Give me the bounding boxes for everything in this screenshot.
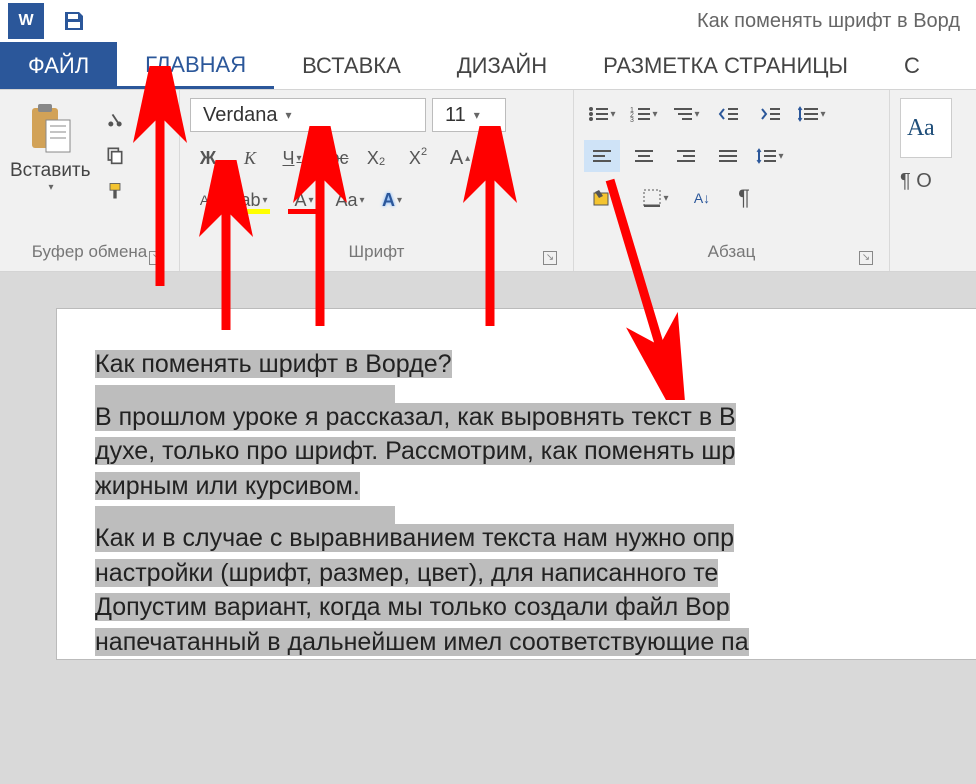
group-styles: Аа ¶ О [890,90,976,271]
highlight-button[interactable]: ab▾ [232,184,276,216]
page: Как поменять шрифт в Ворде? В прошлом ур… [56,308,976,660]
group-label-clipboard: Буфер обмена ↘ [10,239,169,271]
font-size-combo[interactable]: 11 ▾ [432,98,506,132]
group-clipboard: Вставить ▾ Буфер обмена ↘ [0,90,180,271]
tab-more[interactable]: С [876,42,948,89]
numbering-button[interactable]: 123▾ [626,98,662,130]
font-name-value: Verdana [203,104,278,127]
line-spacing-button[interactable]: ▾ [794,98,830,130]
dialog-launcher-icon[interactable]: ↘ [543,251,557,265]
text-line: духе, только про шрифт. Рассмотрим, как … [95,437,735,465]
group-paragraph: ▾ 123▾ ▾ ▾ [574,90,890,271]
group-label-font: Шрифт ↘ [190,239,563,271]
text-line: Как и в случае с выравниванием текста на… [95,524,734,552]
align-right-button[interactable] [668,140,704,172]
justify-button[interactable] [710,140,746,172]
sort-button[interactable]: A↓ [684,182,720,214]
show-marks-button[interactable]: ¶ [726,182,762,214]
dialog-launcher-icon[interactable]: ↘ [149,251,163,265]
group-font: Verdana ▾ 11 ▾ Ж К Ч▾ abc X2 X [180,90,574,271]
tab-file[interactable]: ФАЙЛ [0,42,117,89]
document-body[interactable]: Как поменять шрифт в Ворде? В прошлом ур… [95,347,976,659]
underline-button[interactable]: Ч▾ [274,142,310,174]
document-area[interactable]: Как поменять шрифт в Ворде? В прошлом ур… [0,272,976,784]
text-line: настройки (шрифт, размер, цвет), для нап… [95,559,718,587]
clear-formatting-button[interactable] [484,142,520,174]
chevron-down-icon[interactable]: ▾ [474,108,480,122]
styles-label: ¶ О [900,170,966,193]
font-color-button[interactable]: A▾ [282,184,326,216]
superscript-button[interactable]: X2 [400,142,436,174]
titlebar: W Как поменять шрифт в Ворд [0,0,976,42]
tab-insert[interactable]: ВСТАВКА [274,42,429,89]
dialog-launcher-icon[interactable]: ↘ [859,251,873,265]
chevron-down-icon[interactable]: ▾ [12,182,90,193]
text-line: Допустим вариант, когда мы только создал… [95,593,730,621]
font-name-combo[interactable]: Verdana ▾ [190,98,426,132]
heading-line: Как поменять шрифт в Ворде? [95,350,452,378]
font-size-value: 11 [445,104,466,127]
increase-indent-button[interactable] [752,98,788,130]
text-line: напечатанный в дальнейшем имел соответст… [95,628,749,656]
align-left-button[interactable] [584,140,620,172]
document-title: Как поменять шрифт в Ворд [108,10,968,33]
tab-page-layout[interactable]: РАЗМЕТКА СТРАНИЦЫ [575,42,876,89]
grow-font-button[interactable]: A▴ [442,142,478,174]
paste-label: Вставить [10,160,90,182]
text-line: В прошлом уроке я рассказал, как выровня… [95,403,736,431]
shading-button[interactable]: ▾ [584,182,628,214]
italic-button[interactable]: К [232,142,268,174]
text-effects-button[interactable]: A▾ [374,184,410,216]
decrease-indent-button[interactable] [710,98,746,130]
save-icon[interactable] [60,7,88,35]
group-label-paragraph: Абзац ↘ [584,239,879,271]
paste-icon [26,102,74,156]
subscript-button[interactable]: X2 [358,142,394,174]
line-spacing-button-2[interactable]: ▾ [752,140,788,172]
bullets-button[interactable]: ▾ [584,98,620,130]
align-center-button[interactable] [626,140,662,172]
change-case-button[interactable]: Aa▾ [332,184,368,216]
text-line: жирным или курсивом. [95,472,360,500]
tab-home[interactable]: ГЛАВНАЯ [117,42,274,89]
shrink-font-button[interactable]: A▾ [190,184,226,216]
tab-design[interactable]: ДИЗАЙН [429,42,575,89]
bold-button[interactable]: Ж [190,142,226,174]
copy-button[interactable] [102,142,128,168]
word-logo: W [8,3,44,39]
paste-button[interactable]: Вставить ▾ [10,98,90,204]
borders-button[interactable]: ▾ [634,182,678,214]
format-painter-button[interactable] [102,178,128,204]
svg-text:3: 3 [630,117,634,122]
multilevel-list-button[interactable]: ▾ [668,98,704,130]
chevron-down-icon[interactable]: ▾ [286,108,292,122]
cut-button[interactable] [102,106,128,132]
ribbon-tabs: ФАЙЛ ГЛАВНАЯ ВСТАВКА ДИЗАЙН РАЗМЕТКА СТР… [0,42,976,90]
ribbon: Вставить ▾ Буфер обмена ↘ [0,90,976,272]
style-sample[interactable]: Аа [900,98,952,158]
strikethrough-button[interactable]: abc [316,142,352,174]
